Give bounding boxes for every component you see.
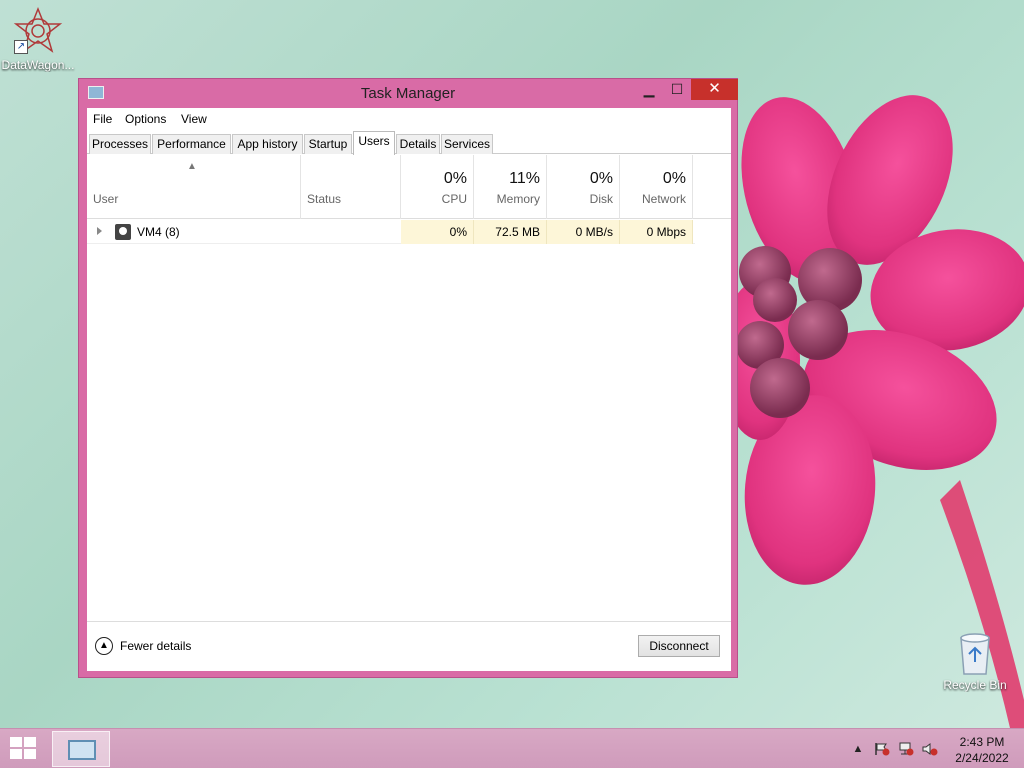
taskbar: ▲ 2:43 PM 2/24/2022	[0, 728, 1024, 768]
column-header-status[interactable]: Status	[301, 155, 401, 219]
recycle-bin-icon	[960, 633, 990, 675]
tab-startup[interactable]: Startup	[304, 134, 352, 154]
tab-strip: Processes Performance App history Startu…	[87, 130, 731, 155]
column-header-cpu[interactable]: 0% CPU	[401, 155, 474, 219]
tab-processes[interactable]: Processes	[89, 134, 151, 154]
menu-bar: File Options View	[87, 108, 731, 130]
action-center-flag-icon[interactable]	[874, 742, 890, 756]
fewer-details-link[interactable]: Fewer details	[120, 639, 191, 653]
tab-details[interactable]: Details	[396, 134, 440, 154]
show-hidden-icons-chevron-icon[interactable]: ▲	[850, 742, 866, 756]
menu-options[interactable]: Options	[125, 112, 166, 126]
tab-services[interactable]: Services	[441, 134, 493, 154]
cell-memory: 72.5 MB	[474, 220, 547, 244]
cell-network: 0 Mbps	[620, 220, 693, 244]
user-name: VM4 (8)	[137, 225, 180, 239]
desktop-icon-recycle-bin[interactable]: Recycle Bin	[937, 630, 1013, 692]
clock-time: 2:43 PM	[959, 735, 1005, 749]
tab-users[interactable]: Users	[353, 131, 395, 155]
taskbar-task-manager[interactable]	[52, 731, 110, 767]
network-icon[interactable]	[898, 742, 914, 756]
clock-date: 2/24/2022	[955, 751, 1009, 765]
tab-performance[interactable]: Performance	[152, 134, 231, 154]
cell-cpu: 0%	[401, 220, 474, 244]
footer-bar: ▲ Fewer details Disconnect	[87, 621, 731, 671]
shortcut-arrow-icon: ↗	[14, 40, 28, 54]
desktop-icon-label: Recycle Bin	[943, 678, 1007, 692]
user-icon	[115, 224, 131, 240]
disconnect-button[interactable]: Disconnect	[638, 635, 720, 657]
volume-muted-icon[interactable]	[922, 742, 938, 756]
start-button[interactable]	[10, 737, 38, 761]
table-header: ▲ User Status 0% CPU 11% Memory 0% Disk …	[87, 155, 731, 219]
windows-logo-icon	[10, 737, 22, 747]
menu-view[interactable]: View	[181, 112, 207, 126]
menu-file[interactable]: File	[93, 112, 112, 126]
close-button[interactable]: ✕	[691, 79, 738, 100]
cell-status	[301, 220, 401, 244]
window-client-area: File Options View Processes Performance …	[87, 108, 731, 671]
minimize-button[interactable]: ▁	[635, 79, 663, 100]
column-header-memory[interactable]: 11% Memory	[474, 155, 547, 219]
task-manager-window: Task Manager ▁ ☐ ✕ File Options View Pro…	[78, 78, 738, 678]
cell-disk: 0 MB/s	[547, 220, 620, 244]
column-header-disk[interactable]: 0% Disk	[547, 155, 620, 219]
desktop-icon-datawagon[interactable]: ↗ DataWagon...	[0, 6, 76, 72]
title-bar[interactable]: Task Manager ▁ ☐ ✕	[79, 79, 738, 107]
maximize-button[interactable]: ☐	[663, 79, 691, 100]
column-header-user[interactable]: ▲ User	[87, 155, 301, 219]
sort-ascending-icon: ▲	[187, 161, 197, 172]
tab-app-history[interactable]: App history	[232, 134, 303, 154]
system-clock[interactable]: 2:43 PM 2/24/2022	[950, 734, 1014, 766]
desktop-icon-label: DataWagon...	[1, 58, 75, 72]
table-row[interactable]: VM4 (8) 0% 72.5 MB 0 MB/s 0 Mbps	[87, 220, 695, 244]
expand-arrow-icon[interactable]	[97, 227, 102, 235]
task-manager-icon	[68, 740, 96, 760]
chevron-up-circle-icon[interactable]: ▲	[95, 637, 113, 655]
column-header-network[interactable]: 0% Network	[620, 155, 693, 219]
